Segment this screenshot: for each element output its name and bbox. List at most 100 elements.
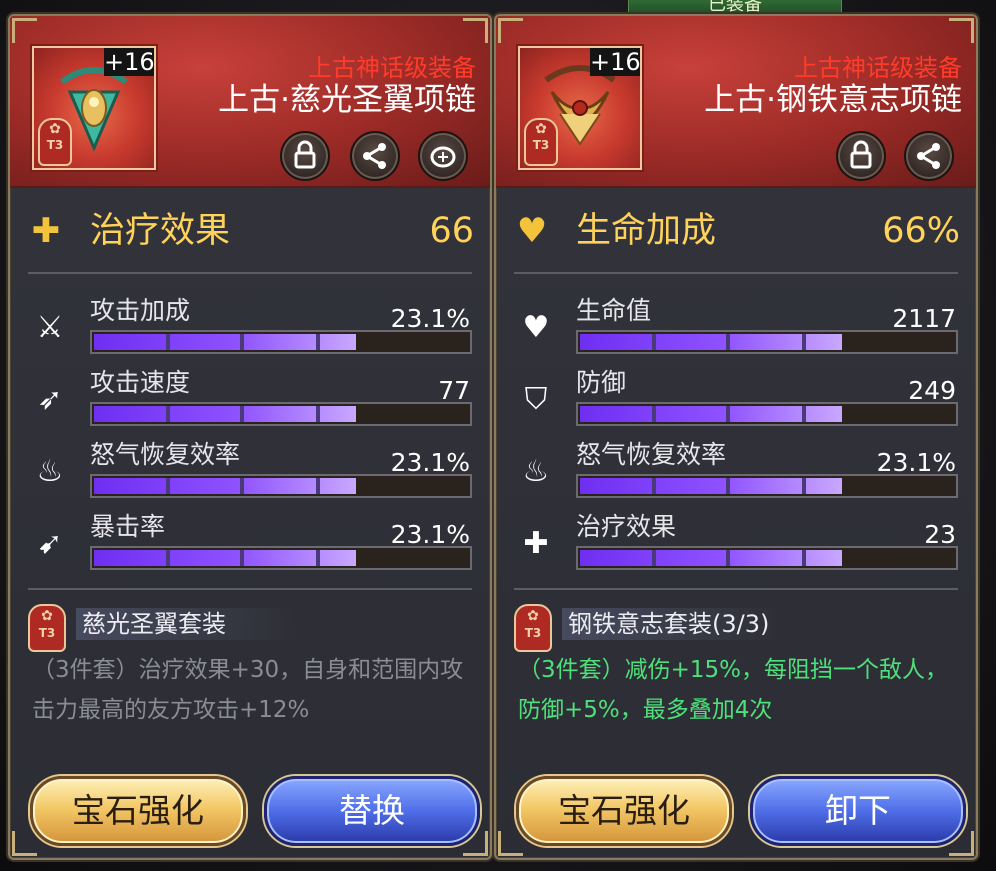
sword-percent-icon: ⚔ [36, 310, 64, 345]
bar-segment [166, 550, 170, 566]
set-title: 钢铁意志套装(3/3) [562, 608, 778, 640]
set-tier-badge: ✿ T3 [514, 604, 552, 652]
substat-bar [90, 546, 472, 570]
lock-icon[interactable] [280, 131, 330, 181]
divider [28, 588, 472, 590]
rose-icon: ✿ [41, 608, 53, 624]
bar-segment [802, 406, 806, 422]
tier-label: T3 [532, 138, 550, 152]
gem-enhance-button[interactable]: 宝石强化 [516, 776, 732, 846]
item-icon-frame[interactable]: +16 ✿ T3 [518, 46, 642, 170]
substat-bar [90, 330, 472, 354]
enhance-level: +16 [590, 48, 641, 76]
substat-bar [576, 402, 958, 426]
corner-ornament [463, 831, 488, 856]
item-panel-right: +16 ✿ T3 上古神话级装备 上古·钢铁意志项链 ♥ 生命加成 66% ♥ … [494, 14, 978, 860]
bar-segment [240, 406, 244, 422]
tier-label: T3 [38, 626, 56, 640]
substat-label: 暴击率 [90, 512, 166, 541]
main-stat: ✚ 治疗效果 66 [10, 191, 490, 271]
bar-segment [316, 406, 320, 422]
divider [514, 272, 958, 274]
main-stat-value: 66 [429, 211, 474, 251]
corner-ornament [463, 18, 488, 43]
share-icon[interactable] [904, 131, 954, 181]
item-grade: 上古神话级装备 [308, 54, 476, 82]
divider [514, 588, 958, 590]
tier-label: T3 [46, 138, 64, 152]
item-header: +16 ✿ T3 上古神话级装备 上古·钢铁意志项链 [496, 16, 976, 188]
rose-icon: ✿ [49, 121, 61, 137]
bar-segment [652, 550, 656, 566]
corner-ornament [498, 18, 523, 43]
bar-segment [316, 334, 320, 350]
substat-label: 攻击加成 [90, 296, 191, 325]
heart-percent-icon: ♥ [516, 211, 548, 251]
substat-bar [576, 474, 958, 498]
heal-plus-icon: ✚ [523, 526, 549, 561]
bar-segment [240, 550, 244, 566]
substat-label: 怒气恢复效率 [576, 440, 727, 469]
rose-icon: ✿ [535, 121, 547, 137]
item-panel-left: +16 ✿ T3 上古神话级装备 上古·慈光圣翼项链 ✚ 治疗效果 66 ⚔ 攻… [8, 14, 492, 860]
corner-ornament [949, 18, 974, 43]
coins-icon[interactable] [418, 131, 468, 181]
substat-label: 治疗效果 [576, 512, 677, 541]
gem-enhance-button[interactable]: 宝石强化 [30, 776, 246, 846]
bar-segment [726, 550, 730, 566]
substat-label: 生命值 [576, 296, 652, 325]
bar-segment [316, 478, 320, 494]
substat-bar [90, 474, 472, 498]
substat-bar [576, 330, 958, 354]
bar-segment [166, 334, 170, 350]
share-icon[interactable] [350, 131, 400, 181]
bar-segment [166, 406, 170, 422]
speed-sword-icon: ➶ [37, 382, 63, 417]
bar-segment [316, 550, 320, 566]
bar-segment [652, 334, 656, 350]
corner-ornament [498, 831, 523, 856]
main-stat-label: 治疗效果 [90, 211, 231, 251]
substat-row: ⚔ 攻击加成 23.1% [10, 296, 490, 366]
rose-icon: ✿ [527, 608, 539, 624]
substat-row: ➶ 攻击速度 77 [10, 368, 490, 438]
substat-label: 怒气恢复效率 [90, 440, 241, 469]
bar-segment [726, 478, 730, 494]
item-name: 上古·钢铁意志项链 [704, 82, 962, 118]
bar-segment [802, 478, 806, 494]
substat-label: 防御 [576, 368, 627, 397]
substat-row: ✚ 治疗效果 23 [496, 512, 976, 582]
substat-row: ♥ 生命值 2117 [496, 296, 976, 366]
item-icon-frame[interactable]: +16 ✿ T3 [32, 46, 156, 170]
shield-icon: ⛉ [524, 382, 548, 417]
substat-row: ➹ 暴击率 23.1% [10, 512, 490, 582]
heart-icon: ♥ [522, 310, 550, 345]
set-title: 慈光圣翼套装 [76, 608, 292, 640]
set-bonus-header: ✿ T3 钢铁意志套装(3/3) [514, 604, 958, 652]
divider [28, 272, 472, 274]
substat-bar [90, 402, 472, 426]
flame-icon: ♨ [522, 454, 550, 489]
tier-badge: ✿ T3 [524, 118, 558, 166]
bar-segment [802, 334, 806, 350]
bar-segment [240, 478, 244, 494]
substat-label: 攻击速度 [90, 368, 191, 397]
tier-label: T3 [524, 626, 542, 640]
bar-segment [726, 334, 730, 350]
replace-button[interactable]: 替换 [264, 776, 480, 846]
unequip-button[interactable]: 卸下 [750, 776, 966, 846]
item-grade: 上古神话级装备 [794, 54, 962, 82]
enhance-level: +16 [104, 48, 155, 76]
set-description: （3件套）治疗效果+30，自身和范围内攻击力最高的友方攻击+12% [32, 657, 464, 723]
item-header: +16 ✿ T3 上古神话级装备 上古·慈光圣翼项链 [10, 16, 490, 188]
bar-segment [652, 478, 656, 494]
main-stat-label: 生命加成 [576, 211, 717, 251]
substat-bar [576, 546, 958, 570]
corner-ornament [949, 831, 974, 856]
corner-ornament [12, 18, 37, 43]
lock-icon[interactable] [836, 131, 886, 181]
heal-plus-icon: ✚ [31, 211, 61, 251]
crit-arrow-icon: ➹ [37, 526, 63, 561]
bar-segment [802, 550, 806, 566]
main-stat-value: 66% [882, 211, 960, 251]
